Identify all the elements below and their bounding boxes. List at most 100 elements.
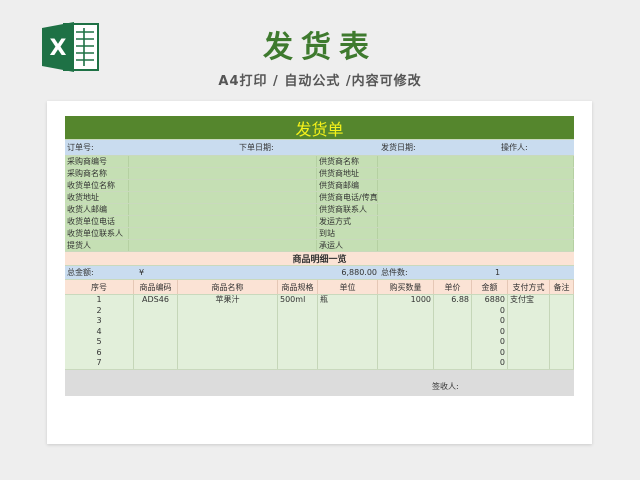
info-left-label: 收货地址 — [65, 192, 129, 203]
cell-pay[interactable] — [508, 337, 549, 348]
column-amount: 6880 0 0 0 0 0 0 — [472, 295, 508, 369]
cell-price[interactable] — [434, 306, 471, 317]
info-right-value[interactable] — [378, 216, 574, 227]
order-date-label[interactable]: 下单日期: — [237, 140, 379, 155]
info-right-value[interactable] — [378, 228, 574, 239]
info-section: 采购商编号 供货商名称 采购商名称 供货商地址 收货单位名称 供货商邮编 收货地址 供货商电话… — [65, 156, 574, 252]
info-left-value[interactable] — [129, 228, 317, 239]
cell-spec[interactable] — [278, 316, 317, 327]
cell-note[interactable] — [550, 316, 573, 327]
cell-amount[interactable]: 0 — [472, 306, 507, 317]
cell-spec[interactable] — [278, 348, 317, 359]
cell-name[interactable]: 苹果汁 — [178, 295, 277, 306]
cell-qty[interactable] — [378, 327, 433, 338]
column-unit: 瓶 — [318, 295, 378, 369]
cell-no[interactable]: 1 — [65, 295, 133, 306]
cell-unit[interactable] — [318, 358, 377, 369]
cell-name[interactable] — [178, 306, 277, 317]
cell-amount[interactable]: 6880 — [472, 295, 507, 306]
info-right-value[interactable] — [378, 192, 574, 203]
cell-note[interactable] — [550, 337, 573, 348]
cell-unit[interactable] — [318, 337, 377, 348]
info-left-value[interactable] — [129, 216, 317, 227]
cell-note[interactable] — [550, 295, 573, 306]
cell-code[interactable] — [134, 358, 177, 369]
cell-unit[interactable] — [318, 348, 377, 359]
cell-spec[interactable] — [278, 327, 317, 338]
cell-no[interactable]: 7 — [65, 358, 133, 369]
cell-unit[interactable] — [318, 316, 377, 327]
cell-unit[interactable]: 瓶 — [318, 295, 377, 306]
total-amount-value[interactable]: 6,880.00 — [287, 266, 379, 279]
info-left-value[interactable] — [129, 192, 317, 203]
info-row: 收货单位电话 发运方式 — [65, 216, 574, 228]
cell-amount[interactable]: 0 — [472, 358, 507, 369]
cell-no[interactable]: 6 — [65, 348, 133, 359]
cell-no[interactable]: 2 — [65, 306, 133, 317]
cell-amount[interactable]: 0 — [472, 337, 507, 348]
info-left-value[interactable] — [129, 240, 317, 251]
info-right-value[interactable] — [378, 204, 574, 215]
operator-label[interactable]: 操作人: — [499, 140, 574, 155]
cell-unit[interactable] — [318, 327, 377, 338]
cell-code[interactable] — [134, 316, 177, 327]
cell-name[interactable] — [178, 316, 277, 327]
cell-no[interactable]: 3 — [65, 316, 133, 327]
shipping-sheet: 发货单 订单号: 下单日期: 发货日期: 操作人: 采购商编号 供货商名称 采购商名… — [65, 116, 574, 396]
cell-price[interactable] — [434, 327, 471, 338]
cell-spec[interactable] — [278, 358, 317, 369]
cell-qty[interactable]: 1000 — [378, 295, 433, 306]
info-left-value[interactable] — [129, 180, 317, 191]
order-no-label[interactable]: 订单号: — [65, 140, 237, 155]
info-right-value[interactable] — [378, 240, 574, 251]
cell-no[interactable]: 5 — [65, 337, 133, 348]
cell-amount[interactable]: 0 — [472, 316, 507, 327]
cell-note[interactable] — [550, 327, 573, 338]
info-right-value[interactable] — [378, 168, 574, 179]
cell-note[interactable] — [550, 358, 573, 369]
total-count-value[interactable]: 1 — [421, 266, 574, 279]
cell-code[interactable]: ADS46 — [134, 295, 177, 306]
cell-code[interactable] — [134, 348, 177, 359]
cell-note[interactable] — [550, 306, 573, 317]
cell-price[interactable] — [434, 316, 471, 327]
info-right-value[interactable] — [378, 156, 574, 167]
cell-qty[interactable] — [378, 306, 433, 317]
cell-qty[interactable] — [378, 348, 433, 359]
cell-price[interactable]: 6.88 — [434, 295, 471, 306]
info-left-value[interactable] — [129, 168, 317, 179]
cell-code[interactable] — [134, 337, 177, 348]
cell-pay[interactable] — [508, 306, 549, 317]
cell-name[interactable] — [178, 327, 277, 338]
info-left-value[interactable] — [129, 156, 317, 167]
info-left-label: 收货单位电话 — [65, 216, 129, 227]
cell-pay[interactable] — [508, 327, 549, 338]
info-right-value[interactable] — [378, 180, 574, 191]
cell-code[interactable] — [134, 327, 177, 338]
cell-pay[interactable] — [508, 358, 549, 369]
cell-code[interactable] — [134, 306, 177, 317]
ship-date-label[interactable]: 发货日期: — [379, 140, 499, 155]
cell-price[interactable] — [434, 358, 471, 369]
cell-pay[interactable]: 支付宝 — [508, 295, 549, 306]
cell-pay[interactable] — [508, 348, 549, 359]
cell-name[interactable] — [178, 348, 277, 359]
cell-amount[interactable]: 0 — [472, 327, 507, 338]
cell-qty[interactable] — [378, 337, 433, 348]
cell-unit[interactable] — [318, 306, 377, 317]
cell-amount[interactable]: 0 — [472, 348, 507, 359]
cell-price[interactable] — [434, 348, 471, 359]
cell-price[interactable] — [434, 337, 471, 348]
cell-name[interactable] — [178, 337, 277, 348]
cell-pay[interactable] — [508, 316, 549, 327]
cell-spec[interactable] — [278, 306, 317, 317]
cell-note[interactable] — [550, 348, 573, 359]
cell-name[interactable] — [178, 358, 277, 369]
cell-qty[interactable] — [378, 316, 433, 327]
cell-spec[interactable] — [278, 337, 317, 348]
info-left-value[interactable] — [129, 204, 317, 215]
cell-no[interactable]: 4 — [65, 327, 133, 338]
cell-spec[interactable]: 500ml — [278, 295, 317, 306]
signature-label[interactable]: 签收人: — [432, 381, 459, 392]
cell-qty[interactable] — [378, 358, 433, 369]
